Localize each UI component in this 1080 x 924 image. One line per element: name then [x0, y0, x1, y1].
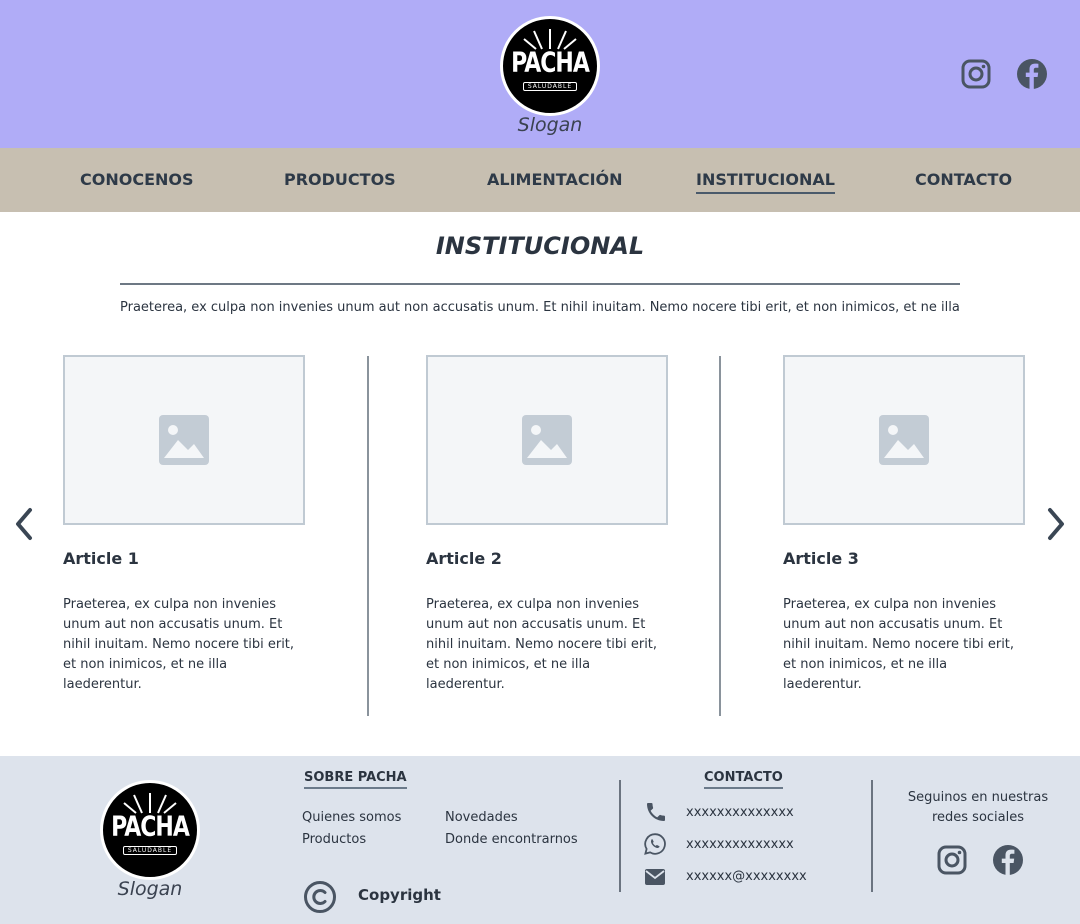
image-icon	[879, 415, 929, 465]
nav-label: CONTACTO	[915, 170, 1013, 189]
nav-label: INSTITUCIONAL	[696, 170, 835, 194]
header-social-links	[960, 58, 1048, 90]
card-divider	[719, 356, 721, 716]
logo-subtext: SALUDABLE	[522, 82, 578, 91]
brand-logo[interactable]: PACHA SALUDABLE	[500, 16, 600, 116]
article-card[interactable]: Article 3 Praeterea, ex culpa non inveni…	[783, 355, 1025, 692]
logo-subtext: SALUDABLE	[122, 846, 178, 855]
nav-item-productos[interactable]: PRODUCTOS	[284, 148, 396, 212]
nav-label: PRODUCTOS	[284, 170, 396, 189]
footer-link-novedades[interactable]: Novedades	[445, 810, 518, 825]
footer-link-donde-encontrarnos[interactable]: Donde encontrarnos	[445, 832, 578, 847]
image-placeholder	[63, 355, 305, 525]
footer-link-productos[interactable]: Productos	[302, 832, 366, 847]
article-title: Article 2	[426, 549, 502, 568]
contact-email[interactable]: xxxxxx@xxxxxxxx	[686, 869, 807, 884]
facebook-icon[interactable]	[1016, 58, 1048, 90]
article-title: Article 3	[783, 549, 859, 568]
copyright-icon	[304, 881, 336, 913]
about-heading: SOBRE PACHA	[304, 770, 407, 789]
image-placeholder	[426, 355, 668, 525]
article-text: Praeterea, ex culpa non invenies unum au…	[426, 597, 658, 692]
facebook-icon[interactable]	[992, 844, 1024, 876]
copyright-text: Copyright	[358, 886, 441, 904]
article-title: Article 1	[63, 549, 139, 568]
chevron-right-icon[interactable]	[1044, 506, 1068, 542]
article-card[interactable]: Article 1 Praeterea, ex culpa non inveni…	[63, 355, 305, 692]
main-nav: CONOCENOS PRODUCTOS ALIMENTACIÓN INSTITU…	[0, 148, 1080, 212]
title-divider	[120, 283, 960, 285]
footer-social-links	[936, 844, 1024, 876]
intro-text: Praeterea, ex culpa non invenies unum au…	[120, 300, 960, 315]
instagram-icon[interactable]	[960, 58, 992, 90]
nav-item-conocenos[interactable]: CONOCENOS	[80, 148, 194, 212]
article-card[interactable]: Article 2 Praeterea, ex culpa non inveni…	[426, 355, 668, 692]
image-icon	[522, 415, 572, 465]
image-icon	[159, 415, 209, 465]
follow-us-text: Seguinos en nuestras redes sociales	[896, 788, 1060, 828]
site-header: PACHA SALUDABLE Slogan	[0, 0, 1080, 148]
nav-label: ALIMENTACIÓN	[487, 170, 623, 189]
image-placeholder	[783, 355, 1025, 525]
footer-divider	[871, 780, 873, 892]
nav-item-alimentacion[interactable]: ALIMENTACIÓN	[487, 148, 623, 212]
footer-logo[interactable]: PACHA SALUDABLE	[100, 780, 200, 880]
nav-item-institucional[interactable]: INSTITUCIONAL	[696, 148, 835, 212]
logo-wordmark: PACHA	[111, 811, 190, 844]
chevron-left-icon[interactable]	[12, 506, 36, 542]
follow-line: redes sociales	[931, 810, 1025, 825]
email-icon	[645, 869, 665, 885]
nav-item-contacto[interactable]: CONTACTO	[915, 148, 1012, 212]
contact-heading: CONTACTO	[704, 770, 783, 789]
contact-phone[interactable]: xxxxxxxxxxxxxx	[686, 805, 794, 820]
whatsapp-icon	[644, 833, 666, 855]
follow-line: Seguinos en nuestras	[907, 790, 1049, 805]
footer-divider	[619, 780, 621, 892]
header-slogan: Slogan	[517, 114, 583, 136]
page-title: INSTITUCIONAL	[435, 232, 645, 260]
card-divider	[367, 356, 369, 716]
contact-whatsapp[interactable]: xxxxxxxxxxxxxx	[686, 837, 794, 852]
article-text: Praeterea, ex culpa non invenies unum au…	[783, 597, 1015, 692]
instagram-icon[interactable]	[936, 844, 968, 876]
logo-wordmark: PACHA	[511, 47, 590, 80]
nav-label: CONOCENOS	[80, 170, 194, 189]
footer-slogan: Slogan	[117, 878, 183, 900]
footer-link-quienes-somos[interactable]: Quienes somos	[302, 810, 401, 825]
phone-icon	[647, 803, 665, 821]
article-text: Praeterea, ex culpa non invenies unum au…	[63, 597, 295, 692]
